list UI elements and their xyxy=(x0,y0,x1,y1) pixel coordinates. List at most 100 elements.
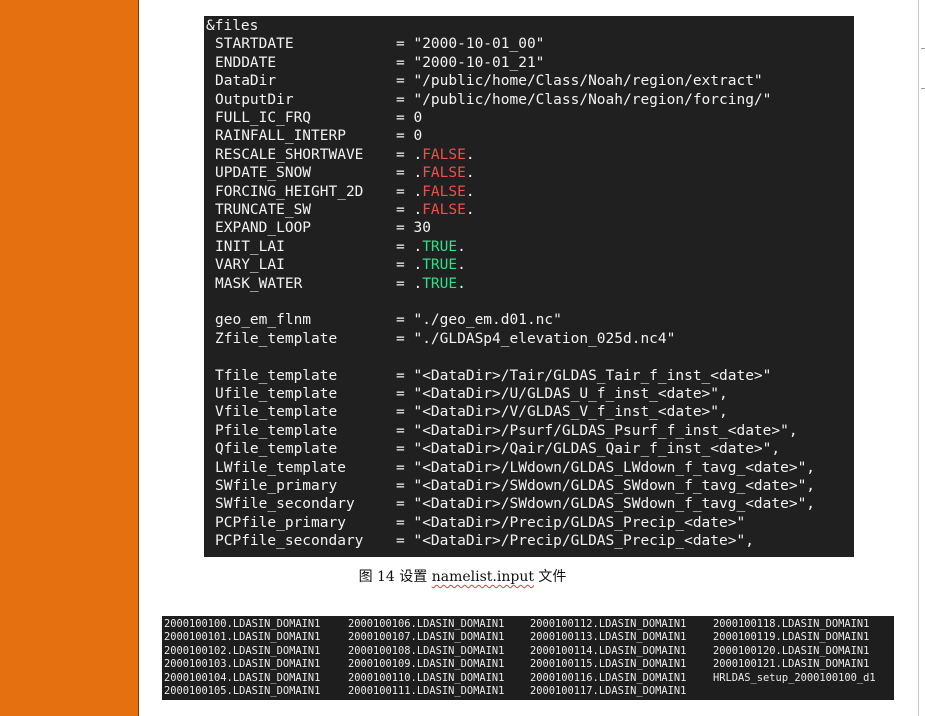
namelist-line: Zfile_template = "./GLDASp4_elevation_025… xyxy=(215,330,675,348)
namelist-value: "./GLDASp4_elevation_025d.nc4" xyxy=(413,330,676,347)
namelist-line: FORCING_HEIGHT_2D = .FALSE. xyxy=(215,183,475,201)
namelist-equals: = xyxy=(396,386,405,402)
file-name: 2000100102.LDASIN_DOMAIN1 xyxy=(164,644,321,657)
namelist-value: FALSE xyxy=(422,165,466,182)
namelist-value: "<DataDir>/Psurf/GLDAS_Psurf_f_inst_<dat… xyxy=(413,422,798,439)
file-name: 2000100109.LDASIN_DOMAIN1 xyxy=(348,658,505,671)
namelist-equals: = xyxy=(396,165,405,182)
file-name: 2000100101.LDASIN_DOMAIN1 xyxy=(164,631,321,644)
namelist-key: Pfile_template xyxy=(215,422,338,439)
file-name: 2000100121.LDASIN_DOMAIN1 xyxy=(713,658,870,671)
namelist-equals: = xyxy=(396,275,405,292)
namelist-key: RESCALE_SHORTWAVE xyxy=(215,146,364,163)
namelist-key: DataDir xyxy=(215,73,277,90)
namelist-value: TRUE xyxy=(422,238,458,255)
namelist-value: . xyxy=(413,165,423,182)
namelist-value: "2000-10-01_21" xyxy=(413,54,545,71)
namelist-equals: = xyxy=(396,110,405,126)
namelist-equals: = xyxy=(396,183,405,200)
namelist-key: FORCING_HEIGHT_2D xyxy=(215,183,364,200)
namelist-equals: = xyxy=(396,533,405,550)
namelist-line: INIT_LAI = .TRUE. xyxy=(215,238,466,256)
namelist-value: . xyxy=(457,275,466,292)
namelist-equals: = xyxy=(396,367,405,384)
namelist-line: Ufile_template = "<DataDir>/U/GLDAS_U_f_i… xyxy=(215,385,728,403)
namelist-line: geo_em_flnm = "./geo_em.d01.nc" xyxy=(215,311,562,329)
namelist-key: PCPfile_secondary xyxy=(215,533,364,550)
namelist-line: TRUNCATE_SW = .FALSE. xyxy=(215,201,475,219)
namelist-value: "<DataDir>/U/GLDAS_U_f_inst_<date>", xyxy=(413,386,728,402)
namelist-line: SWfile_secondary = "<DataDir>/SWdown/GLDA… xyxy=(215,495,815,513)
namelist-key: SWfile_primary xyxy=(215,478,338,494)
namelist-equals: = xyxy=(396,128,405,145)
file-name: 2000100111.LDASIN_DOMAIN1 xyxy=(348,684,505,697)
namelist-equals: = xyxy=(396,422,405,439)
file-name: 2000100110.LDASIN_DOMAIN1 xyxy=(348,671,505,684)
namelist-value: 0 xyxy=(413,128,423,145)
namelist-line: SWfile_primary = "<DataDir>/SWdown/GLDAS_… xyxy=(215,477,815,495)
namelist-equals: = xyxy=(396,404,405,421)
file-name: 2000100100.LDASIN_DOMAIN1 xyxy=(164,618,321,630)
namelist-line: Vfile_template = "<DataDir>/V/GLDAS_V_f_i… xyxy=(215,403,728,421)
namelist-equals: = xyxy=(396,238,405,255)
namelist-value: TRUE xyxy=(422,275,458,292)
namelist-key: TRUNCATE_SW xyxy=(215,202,312,218)
namelist-line: MASK_WATER = .TRUE. xyxy=(215,275,466,293)
caption-suffix: 文件 xyxy=(533,569,567,585)
namelist-group-header: &files xyxy=(206,18,259,34)
namelist-key: VARY_LAI xyxy=(215,257,285,274)
namelist-value: FALSE xyxy=(422,202,466,218)
left-sidebar xyxy=(0,0,138,716)
file-name: 2000100114.LDASIN_DOMAIN1 xyxy=(530,644,687,657)
namelist-terminal-screenshot: &files STARTDATE = "2000-10-01_00" ENDDATE =… xyxy=(204,16,854,557)
namelist-equals: = xyxy=(396,220,405,237)
namelist-value: "<DataDir>/Precip/GLDAS_Precip_<date>" xyxy=(413,514,746,531)
namelist-value: "<DataDir>/V/GLDAS_V_f_inst_<date>", xyxy=(413,404,728,421)
file-listing-column: 2000100118.LDASIN_DOMAIN1 2000100119.LDAS… xyxy=(713,618,876,685)
namelist-equals: = xyxy=(396,91,405,108)
caption-prefix: 图 14 设置 xyxy=(358,569,432,585)
file-listing-column: 2000100112.LDASIN_DOMAIN1 2000100113.LDAS… xyxy=(530,618,686,698)
namelist-line: EXPAND_LOOP = 30 xyxy=(215,219,431,237)
namelist-key: Zfile_template xyxy=(215,330,338,347)
margin-mark xyxy=(921,48,925,49)
file-name: 2000100105.LDASIN_DOMAIN1 xyxy=(164,684,321,697)
namelist-value: . xyxy=(413,183,423,200)
file-listing-column: 2000100106.LDASIN_DOMAIN1 2000100107.LDAS… xyxy=(348,618,504,698)
namelist-key: ENDDATE xyxy=(215,54,277,71)
namelist-value: . xyxy=(465,146,475,163)
namelist-value: . xyxy=(457,257,466,274)
namelist-value: 30 xyxy=(413,220,431,237)
file-name: 2000100113.LDASIN_DOMAIN1 xyxy=(530,631,687,644)
namelist-line: ENDDATE = "2000-10-01_21" xyxy=(215,54,544,72)
namelist-line: RESCALE_SHORTWAVE = .FALSE. xyxy=(215,146,475,164)
namelist-value: "<DataDir>/SWdown/GLDAS_SWdown_f_tavg_<d… xyxy=(413,496,816,513)
namelist-equals: = xyxy=(396,441,405,458)
namelist-line: RAINFALL_INTERP = 0 xyxy=(215,127,422,145)
namelist-line: OutputDir = "/public/home/Class/Noah/regi… xyxy=(215,91,771,109)
file-name: 2000100106.LDASIN_DOMAIN1 xyxy=(348,618,505,630)
namelist-key: Vfile_template xyxy=(215,404,338,421)
namelist-value: "<DataDir>/Tair/GLDAS_Tair_f_inst_<date>… xyxy=(413,367,772,384)
namelist-value: . xyxy=(413,202,423,218)
namelist-equals: = xyxy=(396,478,405,494)
namelist-equals: = xyxy=(396,496,405,513)
namelist-line: LWfile_template = "<DataDir>/LWdown/GLDAS… xyxy=(215,459,815,477)
namelist-value: . xyxy=(465,202,475,218)
namelist-line: PCPfile_secondary = "<DataDir>/Precip/GLD… xyxy=(215,532,754,550)
namelist-key: Qfile_template xyxy=(215,441,338,458)
namelist-equals: = xyxy=(396,257,405,274)
namelist-key: INIT_LAI xyxy=(215,238,285,255)
namelist-key: FULL_IC_FRQ xyxy=(215,110,312,126)
namelist-equals: = xyxy=(396,202,405,218)
namelist-key: UPDATE_SNOW xyxy=(215,165,312,182)
namelist-key: Tfile_template xyxy=(215,367,338,384)
file-name: 2000100107.LDASIN_DOMAIN1 xyxy=(348,631,505,644)
namelist-key: SWfile_secondary xyxy=(215,496,355,513)
namelist-line: UPDATE_SNOW = .FALSE. xyxy=(215,164,475,182)
file-name: 2000100104.LDASIN_DOMAIN1 xyxy=(164,671,321,684)
file-name: 2000100108.LDASIN_DOMAIN1 xyxy=(348,644,505,657)
namelist-value: FALSE xyxy=(422,146,466,163)
namelist-line: Pfile_template = "<DataDir>/Psurf/GLDAS_P… xyxy=(215,422,798,440)
namelist-line: PCPfile_primary = "<DataDir>/Precip/GLDAS… xyxy=(215,514,745,532)
